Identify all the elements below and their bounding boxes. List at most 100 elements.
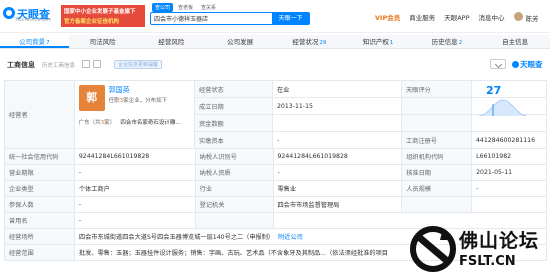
rep-avatar[interactable]: 郭 [78,85,105,111]
logo-subtext: TianYancha.com [15,18,52,23]
status-value: 在业 [273,81,402,97]
tab-judicial-risk[interactable]: 司法风险 [69,35,138,48]
tab-label: 公司发展 [227,38,254,46]
staff-value: - [472,181,547,196]
rep-positions-prefix: 任职 [108,98,120,104]
score-value: 27 [486,84,502,97]
tab-operating-risk[interactable]: 经营风险 [138,35,207,48]
tab-label: 经营状况 [292,38,319,46]
former-name-value: - [75,213,196,228]
term-label: 营业期限 [5,165,75,180]
nearby-companies-link[interactable]: 附近公司 [278,232,303,241]
top-nav: VIP会员 商业服务 天眼APP 消息中心 陈芳 [375,11,548,23]
approve-value: 2021-05-11 [472,165,547,180]
taxpayer-value: - [274,165,403,180]
search-box: 天眼一下 [150,12,310,25]
search-tab-boss[interactable]: 查老板 [175,3,196,12]
paid-label: 实缴资本 [195,132,273,148]
score-spacer [402,98,472,114]
tab-label: 自主信息 [502,38,529,46]
paid-value: - [273,132,402,148]
history-link[interactable]: 历史工商信息 [42,61,75,69]
table-row: 实缴资本 - 工商注册号 441284600281116 [195,132,547,149]
search-type-tabs: 查公司 查老板 查关系 [152,3,221,12]
tianyancha-logo[interactable]: 天眼查 TianYancha.com [3,6,57,26]
former-name-label: 曾用名 [5,213,75,228]
authority-label: 登记机关 [195,197,274,212]
legal-rep-cell: 郭 郭国英 任职3家企业，分布如下 广东（共3家） 四会市名家奇石设计雕... [74,81,195,149]
rep-name[interactable]: 郭国英 [109,85,130,95]
empty-value [472,197,547,212]
reg-no-label: 工商注册号 [402,132,472,148]
download-icon[interactable] [490,59,506,69]
rep-region-suffix: 家） [104,120,116,126]
promo-line-1: 国家中小企业发展子基金旗下 [64,9,136,15]
tab-label: 公司背景 [19,38,46,46]
tab-count: 29 [319,40,327,46]
taxpayer-label: 纳税人资质 [195,165,274,180]
blank-value [472,115,547,131]
tab-ip[interactable]: 知识产权1 [344,35,413,48]
staff-label: 人员规模 [402,181,473,196]
tab-history[interactable]: 历史信息2 [413,35,482,48]
tab-background[interactable]: 公司背景7 [0,35,69,48]
org-code-label: 组织机构代码 [402,149,473,164]
search-input[interactable] [151,13,273,24]
promo-banner[interactable]: 国家中小企业发展子基金旗下 官方备案企业征信机构 [61,5,145,27]
share-icon[interactable] [82,60,90,68]
watermark-sub: FSLT.CN [459,254,516,269]
table-row: 营业期限 - 纳税人资质 - 核准日期 2021-05-11 [5,165,547,181]
table-row: 统一社会信用代码 92441284L661019828 纳税人识别号 92441… [5,149,547,165]
legal-rep-label: 经营者 [5,81,75,149]
score-label: 天眼评分 [402,81,472,97]
address-value: 四会市东城街道四会大道S号四会玉器博览城一层140号之二（申报制） [78,234,275,241]
insured-label: 参保人数 [5,197,75,212]
org-code-value: L66101982 [472,149,547,164]
nav-service[interactable]: 商业服务 [409,12,435,22]
tab-development[interactable]: 公司发展 [206,35,275,48]
tab-label: 经营风险 [158,38,185,46]
score-distribution-chart [478,98,528,117]
capital-value [273,115,402,131]
tab-self-info[interactable]: 自主信息 [481,35,550,48]
tab-label: 历史信息 [431,38,458,46]
est-date-label: 成立日期 [195,98,273,114]
approve-label: 核准日期 [402,165,473,180]
insured-value: - [75,197,196,212]
credit-code-value: 92441284L661019828 [75,149,196,164]
type-value: 个体工商户 [75,181,196,196]
nav-user-name: 陈芳 [525,14,539,23]
industry-label: 行业 [195,181,274,196]
nav-vip[interactable]: VIP会员 [375,12,400,22]
industry-value: 零售业 [274,181,403,196]
update-reminder-tag[interactable]: 企业信息更新提醒 [114,60,163,69]
search-tab-company[interactable]: 查公司 [152,3,174,12]
authority-value: 四会市市场监督管理局 [274,197,403,212]
rep-related-company[interactable]: 四会市名家奇石设计雕... [120,120,180,126]
avatar [513,11,523,21]
nav-user[interactable]: 陈芳 [513,11,539,23]
forum-logo-icon [410,226,456,272]
reg-no-value: 441284600281116 [472,132,547,148]
section-title: 工商信息 [7,61,35,69]
tab-count: 7 [46,40,50,46]
business-info-header: 工商信息 历史工商信息 企业信息更新提醒 天眼查 [0,58,550,72]
nav-messages[interactable]: 消息中心 [479,12,505,22]
scope-label: 经营范围 [5,245,75,260]
term-value: - [75,165,196,180]
empty-label [195,213,274,228]
rep-positions-suffix: 家企业，分布如下 [123,98,168,104]
est-date-value: 2013-11-15 [273,98,402,114]
rep-block: 经营者 郭 郭国英 任职3家企业，分布如下 广东（共3家） 四会市名家奇石设计雕… [5,81,547,149]
search-tab-relation[interactable]: 查关系 [198,3,219,12]
tab-operations[interactable]: 经营状况29 [275,35,344,48]
rep-region-prefix: 广东（共 [78,120,101,126]
search-button[interactable]: 天眼一下 [272,13,309,24]
tab-label: 知识产权 [362,38,389,46]
promo-line-2: 官方备案企业征信机构 [64,19,120,25]
company-tabs: 公司背景7 司法风险 经营风险 公司发展 经营状况29 知识产权1 历史信息2 … [0,35,550,49]
type-label: 企业类型 [5,181,75,196]
capital-label: 资金数额 [195,115,273,131]
qrcode-icon[interactable] [93,60,101,68]
nav-app[interactable]: 天眼APP [444,12,469,22]
